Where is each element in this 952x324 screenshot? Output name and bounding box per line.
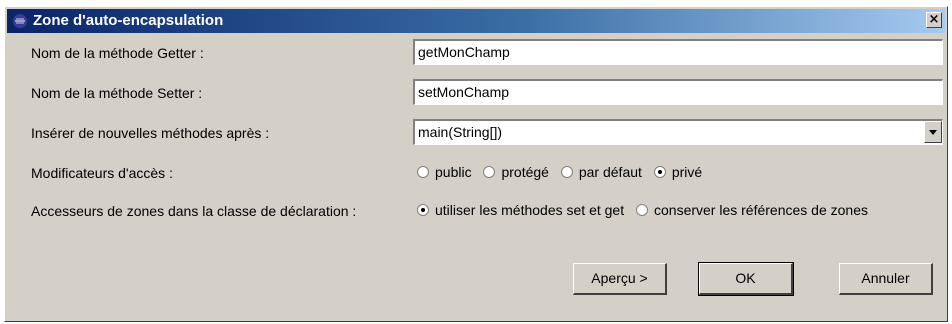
field-access-label: Accesseurs de zones dans la classe de dé… — [31, 203, 357, 219]
preview-button[interactable]: Aperçu > — [573, 263, 667, 295]
radio-public[interactable]: public — [417, 164, 472, 180]
radio-use-set-get-label: utiliser les méthodes set et get — [435, 202, 625, 219]
radio-private-indicator[interactable] — [653, 166, 666, 179]
insert-after-label: Insérer de nouvelles méthodes après : — [31, 125, 270, 141]
eclipse-icon — [12, 13, 28, 29]
radio-keep-field-refs-label: conserver les références de zones — [654, 202, 868, 219]
window-title: Zone d'auto-encapsulation — [33, 12, 224, 29]
radio-public-label: public — [435, 164, 472, 181]
radio-protected[interactable]: protégé — [483, 164, 549, 181]
ok-button[interactable]: OK — [698, 262, 794, 296]
radio-use-set-get[interactable]: utiliser les méthodes set et get — [417, 202, 624, 218]
radio-default[interactable]: par défaut — [560, 164, 642, 181]
setter-name-input[interactable]: setMonChamp — [413, 79, 943, 105]
radio-protected-indicator[interactable] — [483, 166, 496, 179]
getter-label: Nom de la méthode Getter : — [31, 45, 204, 61]
access-modifiers-label: Modificateurs d'accès : — [31, 165, 173, 181]
radio-default-label: par défaut — [578, 164, 642, 181]
title-bar[interactable]: Zone d'auto-encapsulation × — [7, 9, 945, 33]
radio-public-indicator[interactable] — [417, 166, 429, 179]
chevron-down-icon — [929, 130, 937, 135]
radio-default-indicator[interactable] — [560, 166, 573, 179]
field-access-group: utiliser les méthodes set et get conserv… — [417, 201, 876, 218]
close-button[interactable]: × — [926, 12, 942, 28]
dialog-window: Zone d'auto-encapsulation × Nom de la mé… — [4, 6, 948, 322]
dropdown-button[interactable] — [924, 121, 942, 143]
setter-label: Nom de la méthode Setter : — [31, 85, 203, 101]
radio-use-set-get-indicator[interactable] — [417, 204, 429, 217]
radio-keep-field-refs[interactable]: conserver les références de zones — [636, 202, 868, 218]
radio-keep-field-refs-indicator[interactable] — [636, 204, 648, 217]
getter-name-input[interactable]: getMonChamp — [413, 39, 943, 65]
insert-after-value: main(String[]) — [418, 124, 503, 140]
radio-protected-label: protégé — [501, 164, 549, 181]
access-modifiers-group: public protégé par défaut privé — [417, 163, 710, 180]
cancel-button[interactable]: Annuler — [839, 263, 933, 295]
close-icon: × — [928, 12, 940, 27]
radio-private[interactable]: privé — [653, 164, 703, 181]
radio-private-label: privé — [671, 164, 703, 181]
insert-after-select[interactable]: main(String[]) — [413, 119, 943, 145]
